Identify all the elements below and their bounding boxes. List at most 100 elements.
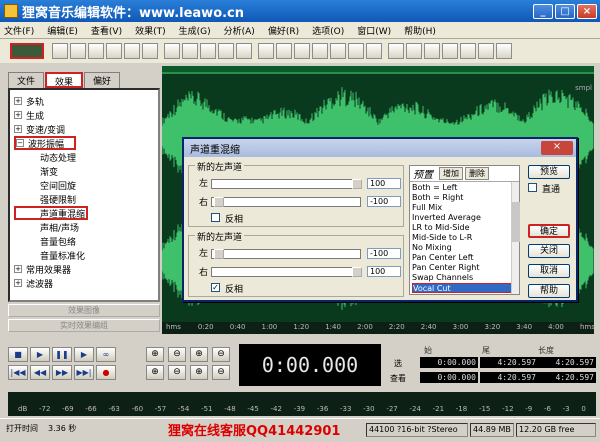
zoom-out-horizontal-button[interactable]: ⊖ xyxy=(168,347,186,362)
menu-favorites[interactable]: 偏好(R) xyxy=(268,24,299,37)
tree-effect-item[interactable]: 强硬限制 xyxy=(14,192,154,206)
overview-bar[interactable] xyxy=(162,66,594,74)
view-length[interactable]: 4:20.597 xyxy=(538,372,596,383)
zoom-selection-button[interactable]: ⊕ xyxy=(190,365,208,380)
toolbar-tool-icon[interactable] xyxy=(442,43,458,59)
slider-thumb[interactable] xyxy=(214,197,224,207)
toolbar-tool-icon[interactable] xyxy=(70,43,86,59)
left-left-slider[interactable] xyxy=(211,179,362,189)
tree-effect-item[interactable]: 动态处理 xyxy=(14,150,154,164)
add-preset-button[interactable]: 增加 xyxy=(439,167,463,180)
toolbar-tool-icon[interactable] xyxy=(406,43,422,59)
dialog-close-icon[interactable]: × xyxy=(541,141,573,155)
slider-thumb[interactable] xyxy=(214,249,224,259)
preset-item[interactable]: Both = Right xyxy=(412,193,519,203)
rewind-button[interactable]: ◀◀ xyxy=(30,365,50,380)
menu-view[interactable]: 查看(V) xyxy=(91,24,122,37)
zoom-to-left-button[interactable]: ⊕ xyxy=(146,365,164,380)
stop-button[interactable]: ■ xyxy=(8,347,28,362)
tab-files[interactable]: 文件 xyxy=(8,72,45,88)
preview-button[interactable]: 预览 xyxy=(528,165,570,179)
right-left-value[interactable]: -100 xyxy=(367,248,401,259)
menu-options[interactable]: 选项(O) xyxy=(312,24,344,37)
tree-effect-item[interactable]: 空间回旋 xyxy=(14,178,154,192)
tree-effect-item[interactable]: 渐变 xyxy=(14,164,154,178)
menu-analyze[interactable]: 分析(A) xyxy=(224,24,255,37)
preset-item[interactable]: Swap Channels xyxy=(412,273,519,283)
tree-effect-item[interactable]: 声道重混缩 xyxy=(14,206,88,220)
play-to-end-button[interactable]: ▶ xyxy=(74,347,94,362)
preset-item[interactable]: Pan Center Right xyxy=(412,263,519,273)
menu-window[interactable]: 窗口(W) xyxy=(357,24,391,37)
realtime-effects-button[interactable]: 实时效果编组 xyxy=(8,319,160,332)
pause-button[interactable]: ❚❚ xyxy=(52,347,72,362)
view-end[interactable]: 4:20.597 xyxy=(480,372,538,383)
tree-effect-item[interactable]: 音量标准化 xyxy=(14,248,154,262)
go-to-start-button[interactable]: |◀◀ xyxy=(8,365,28,380)
minimize-button[interactable]: _ xyxy=(533,3,553,19)
tree-group-item[interactable]: + 变速/变调 xyxy=(14,122,154,136)
toolbar-tool-icon[interactable] xyxy=(276,43,292,59)
tab-favorites[interactable]: 偏好 xyxy=(84,72,121,88)
expand-icon[interactable]: + xyxy=(14,125,22,133)
toolbar-tool-icon[interactable] xyxy=(388,43,404,59)
help-button[interactable]: 帮助 xyxy=(528,284,570,298)
loop-button[interactable]: ∞ xyxy=(96,347,116,362)
toolbar-tool-icon[interactable] xyxy=(460,43,476,59)
toolbar-tool-icon[interactable] xyxy=(496,43,512,59)
cancel-button[interactable]: 取消 xyxy=(528,264,570,278)
preset-item[interactable]: LR to Mid-Side xyxy=(412,223,519,233)
tree-effect-item[interactable]: 音量包络 xyxy=(14,234,154,248)
selection-end[interactable]: 4:20.597 xyxy=(480,357,538,368)
left-right-slider[interactable] xyxy=(211,197,361,207)
tree-group-item[interactable]: + 多轨 xyxy=(14,94,154,108)
left-right-value[interactable]: -100 xyxy=(367,196,401,207)
maximize-button[interactable]: □ xyxy=(555,3,575,19)
toolbar-tool-icon[interactable] xyxy=(366,43,382,59)
toolbar-tool-icon[interactable] xyxy=(348,43,364,59)
zoom-to-right-button[interactable]: ⊖ xyxy=(168,365,186,380)
preset-item[interactable]: Inverted Average xyxy=(412,213,519,223)
tree-group-item[interactable]: + 常用效果器 xyxy=(14,262,154,276)
toolbar-tool-icon[interactable] xyxy=(164,43,180,59)
record-button[interactable]: ● xyxy=(96,365,116,380)
slider-thumb[interactable] xyxy=(352,267,362,277)
expand-icon[interactable]: + xyxy=(14,111,22,119)
preset-item[interactable]: Mid-Side to L-R xyxy=(412,233,519,243)
fast-forward-button[interactable]: ▶▶ xyxy=(52,365,72,380)
preset-item[interactable]: No Mixing xyxy=(412,243,519,253)
menu-effects[interactable]: 效果(T) xyxy=(135,24,166,37)
preset-item[interactable]: Vocal Cut xyxy=(412,283,519,293)
left-invert-checkbox[interactable] xyxy=(211,213,220,222)
preset-item[interactable]: Pan Center Left xyxy=(412,253,519,263)
tree-group-item[interactable]: − 波形振幅 xyxy=(14,136,76,150)
left-left-value[interactable]: 100 xyxy=(367,178,401,189)
toolbar-tool-icon[interactable] xyxy=(478,43,494,59)
right-left-slider[interactable] xyxy=(211,249,361,259)
menu-edit[interactable]: 编辑(E) xyxy=(47,24,78,37)
selection-length[interactable]: 4:20.597 xyxy=(538,357,596,368)
play-button[interactable]: ▶ xyxy=(30,347,50,362)
toolbar-tool-icon[interactable] xyxy=(424,43,440,59)
tree-group-item[interactable]: + 生成 xyxy=(14,108,154,122)
right-right-slider[interactable] xyxy=(211,267,362,277)
right-invert-checkbox[interactable]: ✓ xyxy=(211,283,220,292)
bypass-checkbox[interactable] xyxy=(528,183,537,192)
view-begin[interactable]: 0:00.000 xyxy=(420,372,478,383)
toolbar-tool-icon[interactable] xyxy=(236,43,252,59)
toolbar-tool-icon[interactable] xyxy=(312,43,328,59)
presets-scrollbar[interactable] xyxy=(511,182,520,294)
zoom-out-vertical-button[interactable]: ⊖ xyxy=(212,365,230,380)
tab-effects[interactable]: 效果 xyxy=(45,72,84,88)
edit-view-toggle-button[interactable] xyxy=(10,43,44,59)
toolbar-tool-icon[interactable] xyxy=(52,43,68,59)
menu-help[interactable]: 帮助(H) xyxy=(404,24,436,37)
toolbar-tool-icon[interactable] xyxy=(88,43,104,59)
toolbar-tool-icon[interactable] xyxy=(330,43,346,59)
expand-icon[interactable]: + xyxy=(14,97,22,105)
zoom-in-vertical-button[interactable]: ⊖ xyxy=(212,347,230,362)
toolbar-tool-icon[interactable] xyxy=(258,43,274,59)
toolbar-tool-icon[interactable] xyxy=(218,43,234,59)
go-to-end-button[interactable]: ▶▶| xyxy=(74,365,94,380)
tree-effect-item[interactable]: 声相/声场 xyxy=(14,220,154,234)
